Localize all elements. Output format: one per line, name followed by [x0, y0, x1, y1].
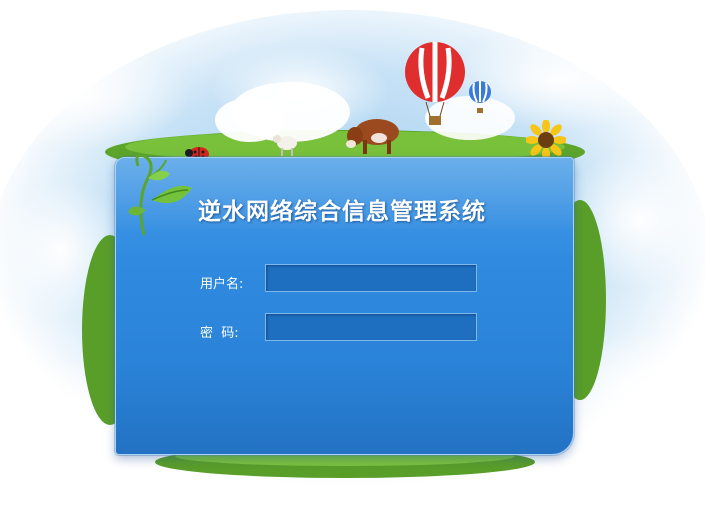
login-page: 逆水网络综合信息管理系统 用户名: 密 码:: [0, 0, 705, 518]
password-input[interactable]: [265, 313, 477, 341]
hot-air-balloon-icon: [405, 42, 465, 125]
hot-air-balloon-icon: [469, 81, 491, 113]
vine-sprout-icon: [128, 153, 192, 236]
username-label: 用户名:: [200, 277, 244, 292]
cow-icon: [346, 119, 399, 154]
password-label: 密 码:: [200, 326, 239, 341]
username-input[interactable]: [265, 264, 477, 292]
sunflower-icon: [526, 120, 566, 160]
page-title: 逆水网络综合信息管理系统: [198, 198, 486, 225]
sheep-icon: [273, 135, 297, 156]
